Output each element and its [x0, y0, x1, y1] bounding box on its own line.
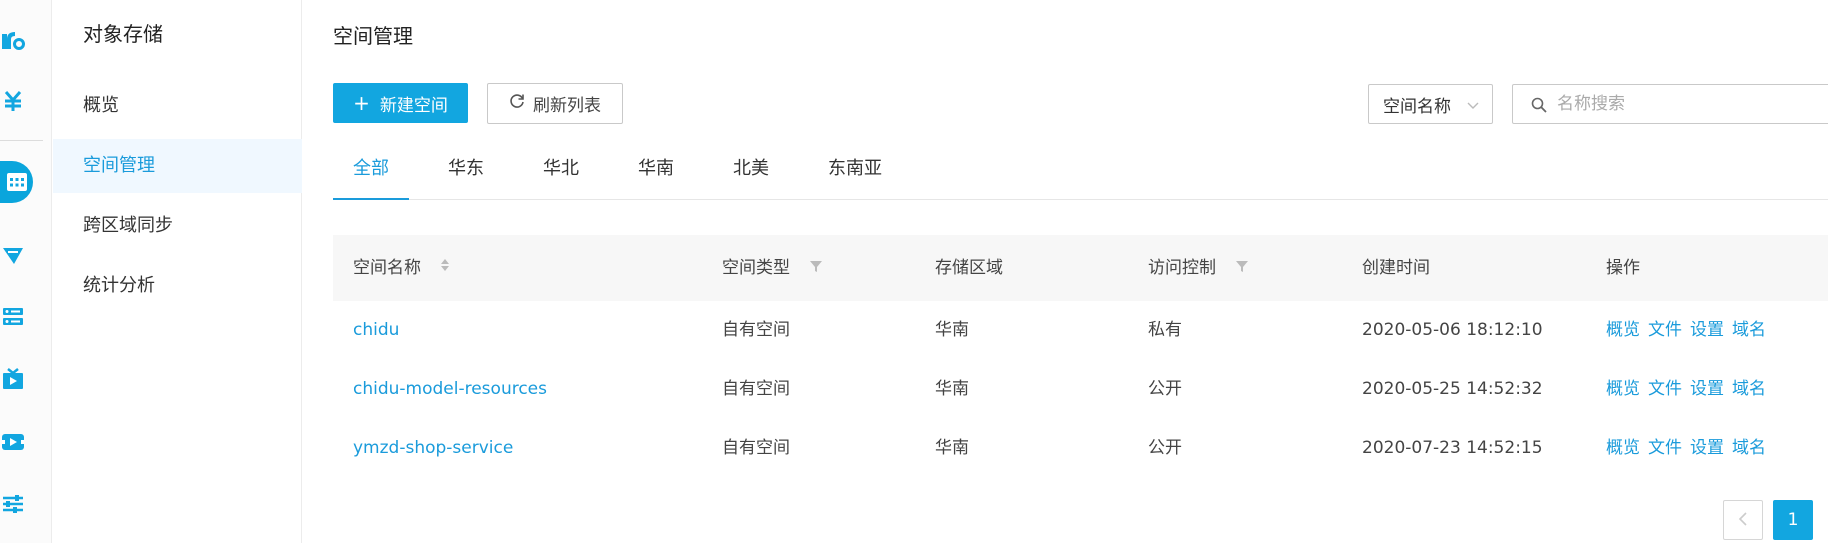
server-icon[interactable]	[0, 304, 26, 330]
action-overview-link[interactable]: 概览	[1606, 320, 1640, 340]
media-play-icon[interactable]	[0, 366, 26, 392]
chevron-left-icon	[1738, 511, 1748, 530]
submenu-item-cross-region-sync[interactable]: 跨区域同步	[53, 199, 302, 253]
column-header-access: 访问控制	[1148, 235, 1249, 301]
create-space-button[interactable]: + 新建空间	[333, 83, 468, 123]
refresh-list-label: 刷新列表	[533, 96, 601, 116]
action-domain-link[interactable]: 域名	[1732, 379, 1766, 399]
storage-grid-icon[interactable]	[0, 161, 33, 203]
submenu-item-space-management[interactable]: 空间管理	[53, 139, 302, 193]
tab-north-china[interactable]: 华北	[543, 154, 579, 200]
icon-rail	[0, 0, 52, 543]
row-actions: 概览 文件 设置 域名	[1606, 301, 1774, 360]
table-row: chidu 自有空间 华南 私有 2020-05-06 18:12:10 概览文…	[333, 301, 1828, 360]
tab-south-china[interactable]: 华南	[638, 154, 674, 200]
action-settings-link[interactable]: 设置	[1690, 320, 1724, 340]
search-icon	[1531, 97, 1547, 117]
page-title: 空间管理	[333, 24, 413, 48]
search-input[interactable]	[1557, 94, 1817, 114]
action-files-link[interactable]: 文件	[1648, 379, 1682, 399]
region-tabs: 全部 华东 华北 华南 北美 东南亚	[333, 154, 1828, 200]
space-created-cell: 2020-05-06 18:12:10	[1362, 320, 1543, 340]
row-actions: 概览 文件 设置 域名	[1606, 419, 1774, 478]
column-header-name[interactable]: 空间名称	[353, 235, 450, 301]
column-header-actions: 操作	[1606, 258, 1640, 278]
settings-sliders-icon[interactable]	[0, 491, 26, 517]
create-space-label: 新建空间	[379, 95, 448, 116]
space-name-link[interactable]: chidu	[353, 301, 399, 360]
action-domain-link[interactable]: 域名	[1732, 320, 1766, 340]
action-files-link[interactable]: 文件	[1648, 320, 1682, 340]
action-files-link[interactable]: 文件	[1648, 438, 1682, 458]
column-header-type-label: 空间类型	[722, 258, 790, 278]
pagination-prev-button[interactable]	[1723, 500, 1763, 540]
chevron-down-icon	[1466, 97, 1480, 117]
space-region-cell: 华南	[935, 379, 969, 399]
refresh-list-button[interactable]: 刷新列表	[487, 83, 623, 124]
search-box	[1512, 84, 1828, 124]
space-type-cell: 自有空间	[722, 438, 790, 458]
table-header: 空间名称 空间类型 存储区域 访问控制 创建时间 操作	[333, 235, 1828, 301]
tab-east-china[interactable]: 华东	[448, 154, 484, 200]
space-created-cell: 2020-05-25 14:52:32	[1362, 379, 1543, 399]
space-name-link[interactable]: ymzd-shop-service	[353, 419, 513, 478]
filter-icon[interactable]	[1235, 235, 1249, 301]
space-access-cell: 公开	[1148, 438, 1182, 458]
row-actions: 概览 文件 设置 域名	[1606, 360, 1774, 419]
submenu-title: 对象存储	[83, 22, 163, 46]
tab-north-america[interactable]: 北美	[733, 154, 769, 200]
column-header-region: 存储区域	[935, 258, 1003, 278]
space-region-cell: 华南	[935, 320, 969, 340]
rail-divider	[0, 140, 43, 141]
pagination-page-button[interactable]: 1	[1773, 500, 1813, 540]
action-overview-link[interactable]: 概览	[1606, 379, 1640, 399]
submenu: 对象存储 概览 空间管理 跨区域同步 统计分析	[53, 0, 302, 543]
column-header-access-label: 访问控制	[1148, 258, 1216, 278]
action-settings-link[interactable]: 设置	[1690, 379, 1724, 399]
video-icon[interactable]	[0, 429, 26, 455]
refresh-icon	[509, 93, 525, 114]
space-access-cell: 公开	[1148, 379, 1182, 399]
search-field-select-value: 空间名称	[1383, 96, 1451, 117]
cdn-funnel-icon[interactable]	[0, 243, 26, 269]
tab-all[interactable]: 全部	[353, 154, 389, 200]
column-header-name-label: 空间名称	[353, 258, 421, 278]
logo-icon[interactable]	[0, 28, 26, 54]
submenu-item-statistics[interactable]: 统计分析	[53, 259, 302, 313]
submenu-item-overview[interactable]: 概览	[53, 79, 302, 133]
space-region-cell: 华南	[935, 438, 969, 458]
space-type-cell: 自有空间	[722, 379, 790, 399]
action-settings-link[interactable]: 设置	[1690, 438, 1724, 458]
space-created-cell: 2020-07-23 14:52:15	[1362, 438, 1543, 458]
action-domain-link[interactable]: 域名	[1732, 438, 1766, 458]
space-type-cell: 自有空间	[722, 320, 790, 340]
column-header-type: 空间类型	[722, 235, 823, 301]
active-tab-indicator	[333, 198, 409, 200]
tab-southeast-asia[interactable]: 东南亚	[828, 154, 882, 200]
table-row: ymzd-shop-service 自有空间 华南 公开 2020-07-23 …	[333, 419, 1828, 478]
space-name-link[interactable]: chidu-model-resources	[353, 360, 547, 419]
space-access-cell: 私有	[1148, 320, 1182, 340]
sort-icon[interactable]	[440, 235, 450, 301]
search-field-select[interactable]: 空间名称	[1368, 84, 1493, 124]
table-row: chidu-model-resources 自有空间 华南 公开 2020-05…	[333, 360, 1828, 419]
action-overview-link[interactable]: 概览	[1606, 438, 1640, 458]
column-header-created: 创建时间	[1362, 258, 1430, 278]
plus-icon: +	[353, 91, 370, 115]
billing-yen-icon[interactable]	[0, 88, 26, 114]
filter-icon[interactable]	[809, 235, 823, 301]
